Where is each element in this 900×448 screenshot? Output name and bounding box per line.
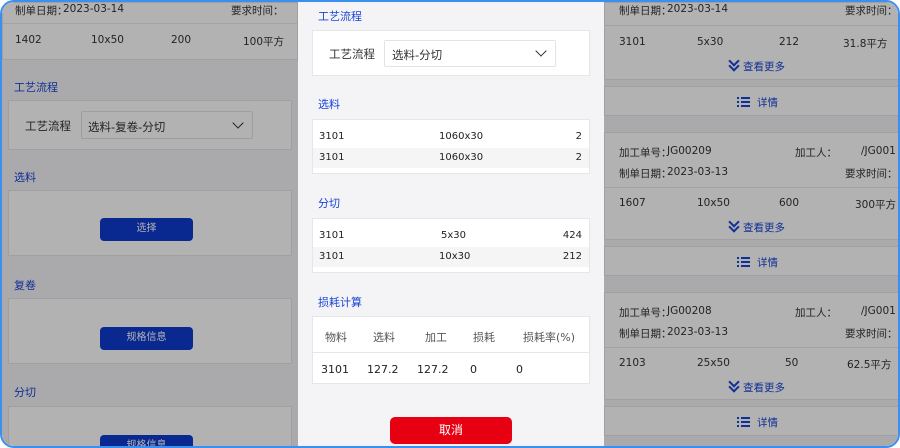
loss-header-loss-rate: 损耗率(%) [523, 331, 576, 344]
table-row: 3101 1060x30 2 [313, 127, 589, 147]
modal-slit-card: 3101 5x30 424 3101 10x30 212 [312, 218, 590, 273]
modal-material-card: 3101 1060x30 2 3101 1060x30 2 [312, 119, 590, 174]
modal-process-label: 工艺流程 [329, 47, 375, 61]
material-qty: 2 [575, 131, 582, 142]
material-code: 3101 [319, 131, 345, 142]
modal-backdrop-right[interactable] [604, 2, 898, 446]
modal-process-title: 工艺流程 [318, 10, 362, 23]
slit-spec: 5x30 [441, 230, 467, 241]
loss-table-header: 物料 选料 加工 损耗 损耗率(%) [313, 317, 589, 353]
loss-value-loss: 0 [470, 363, 477, 376]
modal-process-select[interactable]: 选料-分切 [384, 40, 556, 67]
loss-value-loss-rate: 0 [516, 363, 523, 376]
material-code: 3101 [319, 152, 345, 163]
loss-header-process: 加工 [425, 331, 447, 344]
loss-value-process: 127.2 [417, 363, 449, 376]
material-spec: 1060x30 [439, 152, 484, 163]
loss-value-select: 127.2 [367, 363, 399, 376]
loss-header-loss: 损耗 [473, 331, 495, 344]
modal-backdrop-left[interactable] [2, 2, 298, 446]
loss-calc-modal: 工艺流程 工艺流程 选料-分切 选料 3101 1060x30 2 3101 1… [298, 2, 604, 446]
loss-value-material: 3101 [321, 363, 349, 376]
slit-qty: 212 [562, 251, 582, 262]
loss-header-material: 物料 [325, 331, 347, 344]
loss-table-row: 3101 127.2 127.2 0 0 [313, 353, 589, 383]
slit-spec: 10x30 [439, 251, 471, 262]
modal-loss-title: 损耗计算 [318, 296, 362, 309]
loss-header-select: 选料 [373, 331, 395, 344]
modal-process-card: 工艺流程 选料-分切 [312, 30, 590, 76]
app-frame: 制单日期： 2023-03-14 要求时间： 1402 10x50 200 10… [0, 0, 900, 448]
material-spec: 1060x30 [439, 131, 484, 142]
material-qty: 2 [575, 152, 582, 163]
modal-process-select-value: 选料-分切 [392, 48, 443, 62]
modal-slit-title: 分切 [318, 197, 340, 210]
table-row: 3101 5x30 424 [313, 226, 589, 246]
table-row: 3101 10x30 212 [313, 247, 589, 267]
cancel-button[interactable]: 取消 [390, 417, 512, 444]
table-row: 3101 1060x30 2 [313, 148, 589, 168]
loss-table-card: 物料 选料 加工 损耗 损耗率(%) 3101 127.2 127.2 0 0 [312, 316, 590, 384]
chevron-down-icon [535, 45, 547, 57]
slit-qty: 424 [562, 230, 582, 241]
slit-code: 3101 [319, 230, 345, 241]
slit-code: 3101 [319, 251, 345, 262]
modal-material-title: 选料 [318, 98, 340, 111]
